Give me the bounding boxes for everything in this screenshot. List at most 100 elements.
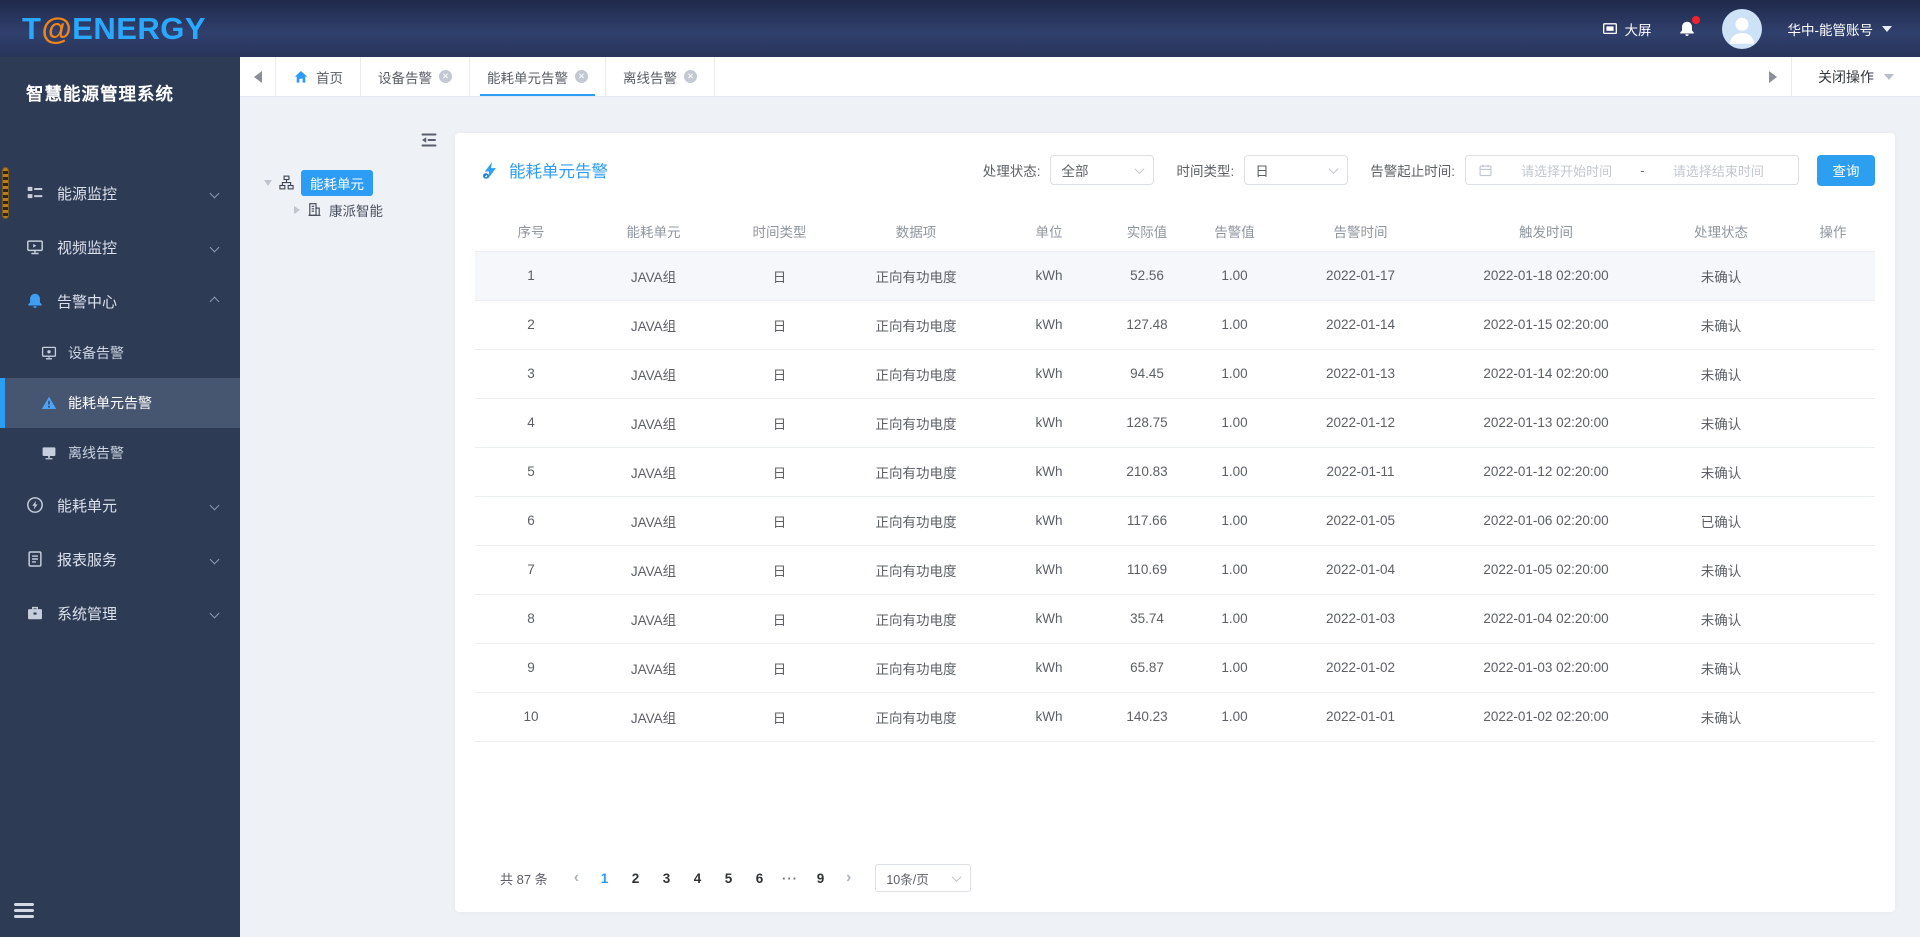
org-tree: 能耗单元 康派智能 (240, 97, 455, 223)
table-cell: 正向有功电度 (839, 496, 993, 546)
collapse-tree-icon[interactable] (419, 130, 439, 150)
start-time-placeholder[interactable]: 请选择开始时间 (1499, 161, 1634, 180)
alarm-panel: 能耗单元告警 处理状态: 全部 时间类型: 日 告警起止时间: 请选择开始时间 … (455, 133, 1895, 912)
table-cell: 1.00 (1189, 251, 1280, 301)
sidebar-item-energy-unit[interactable]: 能耗单元 (0, 478, 240, 532)
table-cell: 94.45 (1105, 349, 1189, 399)
chevron-down-icon (209, 500, 220, 510)
column-header: 序号 (475, 211, 587, 252)
sidebar-item-energy-monitor[interactable]: 能源监控 (0, 166, 240, 220)
sidebar-item-alarm-center[interactable]: 告警中心 (0, 274, 240, 328)
table-cell: 正向有功电度 (839, 398, 993, 448)
table-cell (1791, 496, 1875, 546)
account-menu[interactable]: 华中-能管账号 (1788, 19, 1892, 39)
page-button-1[interactable]: 1 (591, 867, 618, 890)
table-cell: JAVA组 (587, 594, 720, 644)
sidebar-item-energy-unit-alarm[interactable]: 能耗单元告警 (0, 378, 240, 428)
close-icon[interactable]: ✕ (575, 70, 588, 83)
system-title: 智慧能源管理系统 (26, 84, 174, 104)
page-button-5[interactable]: 5 (715, 867, 742, 890)
sidebar-item-report-service[interactable]: 报表服务 (0, 532, 240, 586)
sidebar: 智慧能源管理系统 能源监控视频监控告警中心设备告警 能耗单元告警 离线告警 能耗单元报… (0, 57, 240, 937)
panel-header: 能耗单元告警 处理状态: 全部 时间类型: 日 告警起止时间: 请选择开始时间 … (455, 133, 1895, 199)
table-cell: 未确认 (1651, 349, 1791, 399)
tab-home[interactable]: 首页 (276, 57, 361, 96)
table-cell: 正向有功电度 (839, 692, 993, 742)
table-cell: 正向有功电度 (839, 447, 993, 497)
table-cell: 日 (720, 545, 839, 595)
table-cell: 6 (475, 496, 587, 546)
table-cell: JAVA组 (587, 300, 720, 350)
page-ellipsis[interactable]: ··· (777, 871, 803, 886)
caret-down-icon[interactable] (264, 179, 272, 186)
tab-energy-unit-alarm[interactable]: 能耗单元告警 ✕ (470, 57, 606, 96)
offline-monitor-icon (41, 445, 57, 461)
table-cell: 2022-01-04 (1280, 545, 1441, 595)
table-cell: 未确认 (1651, 692, 1791, 742)
page-size-select[interactable]: 10条/页 (875, 864, 972, 892)
column-header: 实际值 (1105, 211, 1189, 252)
page-button-6[interactable]: 6 (746, 867, 773, 890)
avatar[interactable] (1721, 8, 1762, 49)
page-button-3[interactable]: 3 (653, 867, 680, 890)
page-button-2[interactable]: 2 (622, 867, 649, 890)
table-cell: 1.00 (1189, 496, 1280, 546)
page-button-9[interactable]: 9 (807, 867, 834, 890)
status-select[interactable]: 全部 (1050, 155, 1155, 185)
table-cell: JAVA组 (587, 251, 720, 301)
table-cell: kWh (993, 349, 1105, 399)
tab-label: 能耗单元告警 (487, 70, 568, 86)
table-body: 1 JAVA组日正向有功电度 kWh 52.56 1.00 2022-01-17 2022-… (475, 251, 1875, 742)
table-cell: 已确认 (1651, 496, 1791, 546)
date-range-input[interactable]: 请选择开始时间 - 请选择结束时间 (1465, 155, 1799, 185)
next-page-button[interactable]: › (838, 869, 859, 887)
close-icon[interactable]: ✕ (684, 70, 697, 83)
page-size-value: 10条/页 (886, 872, 929, 887)
table-cell: JAVA组 (587, 692, 720, 742)
prev-page-button[interactable]: ‹ (566, 869, 587, 887)
end-time-placeholder[interactable]: 请选择结束时间 (1651, 161, 1786, 180)
app-header: T@ENERGY 大屏 华中-能管账号 (0, 0, 1920, 57)
sidebar-collapse-toggle[interactable] (14, 900, 34, 921)
system-icon (26, 604, 44, 622)
time-type-select[interactable]: 日 (1244, 155, 1349, 185)
lightning-icon (481, 161, 500, 180)
table-cell: 2022-01-03 02:20:00 (1441, 643, 1651, 693)
tabs-scroll-right-button[interactable] (1755, 57, 1791, 96)
table-cell: kWh (993, 496, 1105, 546)
table-cell (1791, 300, 1875, 350)
table-cell: JAVA组 (587, 349, 720, 399)
chevron-down-icon (209, 188, 220, 198)
table-cell: 1.00 (1189, 300, 1280, 350)
page-button-4[interactable]: 4 (684, 867, 711, 890)
table-row: 3 JAVA组日正向有功电度 kWh 94.45 1.00 2022-01-13 2022-… (475, 349, 1875, 399)
column-header: 单位 (993, 211, 1105, 252)
table-cell: 3 (475, 349, 587, 399)
tab-label: 离线告警 (623, 70, 677, 86)
tree-node-root[interactable]: 能耗单元 (264, 169, 455, 196)
close-icon[interactable]: ✕ (439, 70, 452, 83)
sidebar-item-label: 能源监控 (57, 185, 118, 203)
table-cell: 35.74 (1105, 594, 1189, 644)
sidebar-item-device-alarm[interactable]: 设备告警 (0, 328, 240, 378)
big-screen-label: 大屏 (1624, 22, 1652, 38)
table-cell: 2022-01-12 02:20:00 (1441, 447, 1651, 497)
sidebar-item-offline-alarm[interactable]: 离线告警 (0, 428, 240, 478)
sidebar-item-video-monitor[interactable]: 视频监控 (0, 220, 240, 274)
close-operations-dropdown[interactable]: 关闭操作 (1791, 57, 1920, 96)
big-screen-button[interactable]: 大屏 (1602, 19, 1652, 39)
sidebar-item-label: 告警中心 (57, 293, 118, 311)
sidebar-item-system-management[interactable]: 系统管理 (0, 586, 240, 640)
table-row: 4 JAVA组日正向有功电度 kWh 128.75 1.00 2022-01-12 2022… (475, 398, 1875, 448)
tab-device-alarm[interactable]: 设备告警 ✕ (361, 57, 470, 96)
notifications-button[interactable] (1678, 15, 1700, 38)
table-cell: 1.00 (1189, 349, 1280, 399)
search-button[interactable]: 查询 (1817, 154, 1875, 186)
table-cell: 日 (720, 496, 839, 546)
caret-right-icon[interactable] (294, 205, 300, 214)
tree-node-child[interactable]: 康派智能 (264, 196, 455, 223)
tabs-scroll-left-button[interactable] (240, 57, 276, 96)
panel-title: 能耗单元告警 (481, 158, 608, 182)
tab-offline-alarm[interactable]: 离线告警 ✕ (606, 57, 715, 96)
column-header: 操作 (1791, 211, 1875, 252)
